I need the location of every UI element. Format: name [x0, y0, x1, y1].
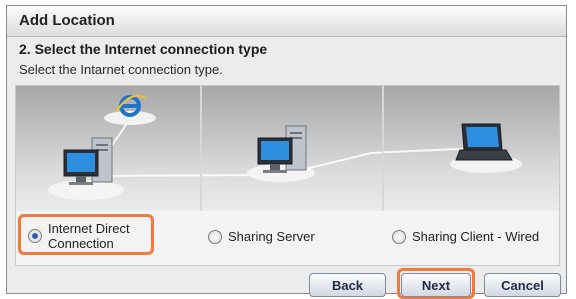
step-instruction: Select the Intarnet connection type. [19, 62, 223, 77]
radio-internet-direct[interactable] [28, 229, 42, 243]
option-sharing-server-label: Sharing Server [228, 229, 315, 244]
option-internet-direct-label: Internet Direct Connection [48, 221, 130, 251]
network-diagram [48, 94, 522, 200]
laptop-icon [455, 123, 513, 161]
back-button[interactable]: Back [309, 273, 386, 297]
add-location-dialog: Add Location 2. Select the Internet conn… [6, 5, 567, 299]
network-illustration [16, 86, 559, 211]
radio-sharing-server[interactable] [208, 229, 222, 244]
step-heading: 2. Select the Internet connection type [19, 41, 268, 57]
dialog-titlebar: Add Location [7, 6, 566, 37]
option-label-line1: Internet Direct [48, 221, 130, 236]
connection-type-panel: Internet Direct Connection Sharing Serve… [15, 85, 560, 266]
option-sharing-client-label: Sharing Client - Wired [412, 229, 540, 244]
option-label-line2: Connection [48, 236, 114, 251]
desktop-computer-icon [63, 137, 113, 185]
option-sharing-client-wired[interactable]: Sharing Client - Wired [392, 229, 539, 244]
option-sharing-server[interactable]: Sharing Server [208, 229, 315, 244]
radio-sharing-client-wired[interactable] [392, 229, 406, 244]
option-internet-direct[interactable]: Internet Direct Connection [28, 221, 130, 251]
connection-options: Internet Direct Connection Sharing Serve… [16, 211, 559, 265]
next-button[interactable]: Next [401, 273, 471, 297]
dialog-title: Add Location [19, 12, 115, 29]
cancel-button[interactable]: Cancel [484, 273, 561, 297]
